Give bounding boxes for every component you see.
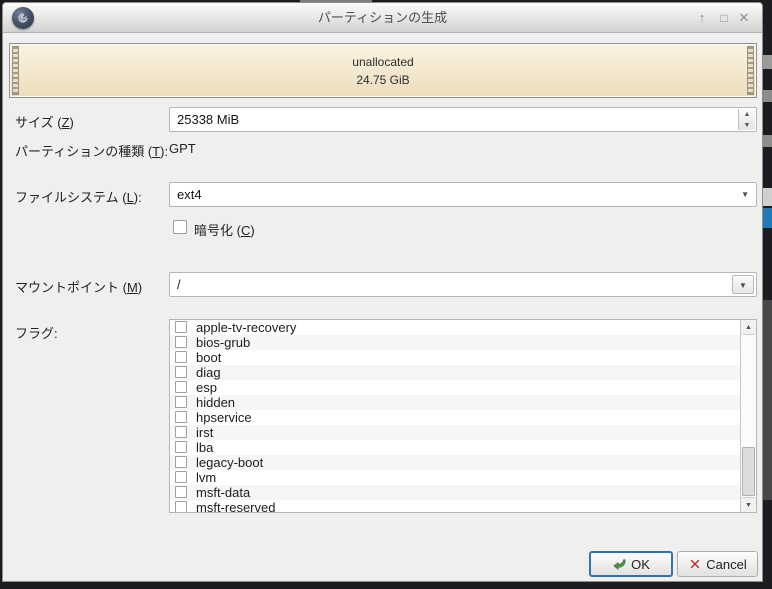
flag-checkbox[interactable] [175, 411, 187, 423]
size-value: 25338 MiB [177, 108, 239, 131]
window-title: パーティションの生成 [3, 3, 762, 33]
scroll-down-icon[interactable]: ▼ [741, 497, 756, 512]
flag-checkbox[interactable] [175, 321, 187, 333]
create-partition-dialog: パーティションの生成 ↑ □ ✕ unallocated 24.75 GiB サ… [2, 2, 763, 582]
partition-label: unallocated [10, 53, 756, 71]
flag-item-label: hpservice [196, 410, 252, 425]
flag-item-label: bios-grub [196, 335, 250, 350]
spin-up-icon[interactable]: ▲ [739, 109, 755, 120]
flag-item-label: esp [196, 380, 217, 395]
partition-type-label: パーティションの種類 (T): [15, 141, 168, 160]
scroll-up-icon[interactable]: ▲ [741, 320, 756, 335]
flag-list-item[interactable]: boot [170, 350, 740, 365]
flag-item-label: hidden [196, 395, 235, 410]
flag-item-label: legacy-boot [196, 455, 263, 470]
partition-caption: unallocated 24.75 GiB [10, 53, 756, 89]
flag-checkbox[interactable] [175, 471, 187, 483]
flag-checkbox[interactable] [175, 336, 187, 348]
flag-item-label: lvm [196, 470, 216, 485]
ok-arrow-icon [612, 557, 627, 572]
flag-item-label: apple-tv-recovery [196, 320, 296, 335]
flag-list-item[interactable]: msft-data [170, 485, 740, 500]
spin-down-icon[interactable]: ▼ [739, 120, 755, 131]
flag-checkbox[interactable] [175, 501, 187, 513]
filesystem-label: ファイルシステム (L): [15, 187, 142, 206]
flag-list-item[interactable]: hpservice [170, 410, 740, 425]
flag-list-item[interactable]: lba [170, 440, 740, 455]
size-label: サイズ (Z) [15, 112, 74, 131]
cancel-label: Cancel [706, 557, 746, 572]
background-fragment [763, 135, 772, 147]
flags-list[interactable]: apple-tv-recovery bios-grub boot diag es… [169, 319, 757, 513]
flag-checkbox[interactable] [175, 486, 187, 498]
partition-type-value: GPT [169, 141, 196, 156]
flag-checkbox[interactable] [175, 366, 187, 378]
flags-scrollbar[interactable]: ▲ ▼ [740, 320, 756, 512]
flag-list-item[interactable]: diag [170, 365, 740, 380]
background-fragment [763, 55, 772, 69]
flag-item-label: msft-data [196, 485, 250, 500]
flag-item-label: lba [196, 440, 213, 455]
ok-button[interactable]: OK [589, 551, 673, 577]
chevron-down-icon: ▼ [741, 183, 749, 206]
mountpoint-label: マウントポイント (M) [15, 277, 142, 296]
flag-checkbox[interactable] [175, 456, 187, 468]
flag-list-item[interactable]: apple-tv-recovery [170, 320, 740, 335]
cancel-x-icon [688, 557, 702, 571]
flag-checkbox[interactable] [175, 351, 187, 363]
flags-label: フラグ: [15, 323, 58, 342]
chevron-down-icon: ▼ [739, 281, 747, 290]
flag-item-label: msft-reserved [196, 500, 275, 513]
flag-list-item[interactable]: bios-grub [170, 335, 740, 350]
flag-checkbox[interactable] [175, 396, 187, 408]
close-button[interactable]: ✕ [734, 3, 754, 33]
flag-list-item[interactable]: lvm [170, 470, 740, 485]
encrypt-label[interactable]: 暗号化 (C) [194, 220, 255, 239]
filesystem-select[interactable]: ext4 ▼ [169, 182, 757, 207]
titlebar[interactable]: パーティションの生成 ↑ □ ✕ [3, 3, 762, 33]
flag-list-item[interactable]: hidden [170, 395, 740, 410]
filesystem-value: ext4 [177, 183, 202, 206]
maximize-button[interactable]: □ [714, 3, 734, 33]
cancel-button[interactable]: Cancel [677, 551, 758, 577]
flag-list-item[interactable]: legacy-boot [170, 455, 740, 470]
size-spin-buttons[interactable]: ▲ ▼ [738, 109, 755, 130]
flag-checkbox[interactable] [175, 426, 187, 438]
flag-checkbox[interactable] [175, 381, 187, 393]
flag-list-item[interactable]: esp [170, 380, 740, 395]
flag-item-label: boot [196, 350, 221, 365]
shade-button[interactable]: ↑ [692, 3, 712, 33]
partition-preview-bar[interactable]: unallocated 24.75 GiB [9, 43, 757, 98]
ok-label: OK [631, 557, 650, 572]
flag-item-label: diag [196, 365, 221, 380]
background-highlight-fragment [763, 208, 772, 228]
mountpoint-dropdown-button[interactable]: ▼ [732, 275, 754, 294]
mountpoint-value: / [177, 273, 181, 296]
flag-checkbox[interactable] [175, 441, 187, 453]
background-fragment [763, 300, 772, 500]
flag-list-item[interactable]: msft-reserved [170, 500, 740, 513]
scrollbar-thumb[interactable] [742, 447, 755, 496]
flag-list-item[interactable]: irst [170, 425, 740, 440]
mountpoint-combobox[interactable]: / ▼ [169, 272, 757, 297]
partition-size: 24.75 GiB [10, 71, 756, 89]
encrypt-checkbox[interactable] [173, 220, 187, 234]
size-spinbox[interactable]: 25338 MiB ▲ ▼ [169, 107, 757, 132]
background-fragment [763, 188, 772, 206]
flags-rows: apple-tv-recovery bios-grub boot diag es… [170, 320, 740, 513]
flag-item-label: irst [196, 425, 213, 440]
background-fragment [763, 90, 772, 102]
